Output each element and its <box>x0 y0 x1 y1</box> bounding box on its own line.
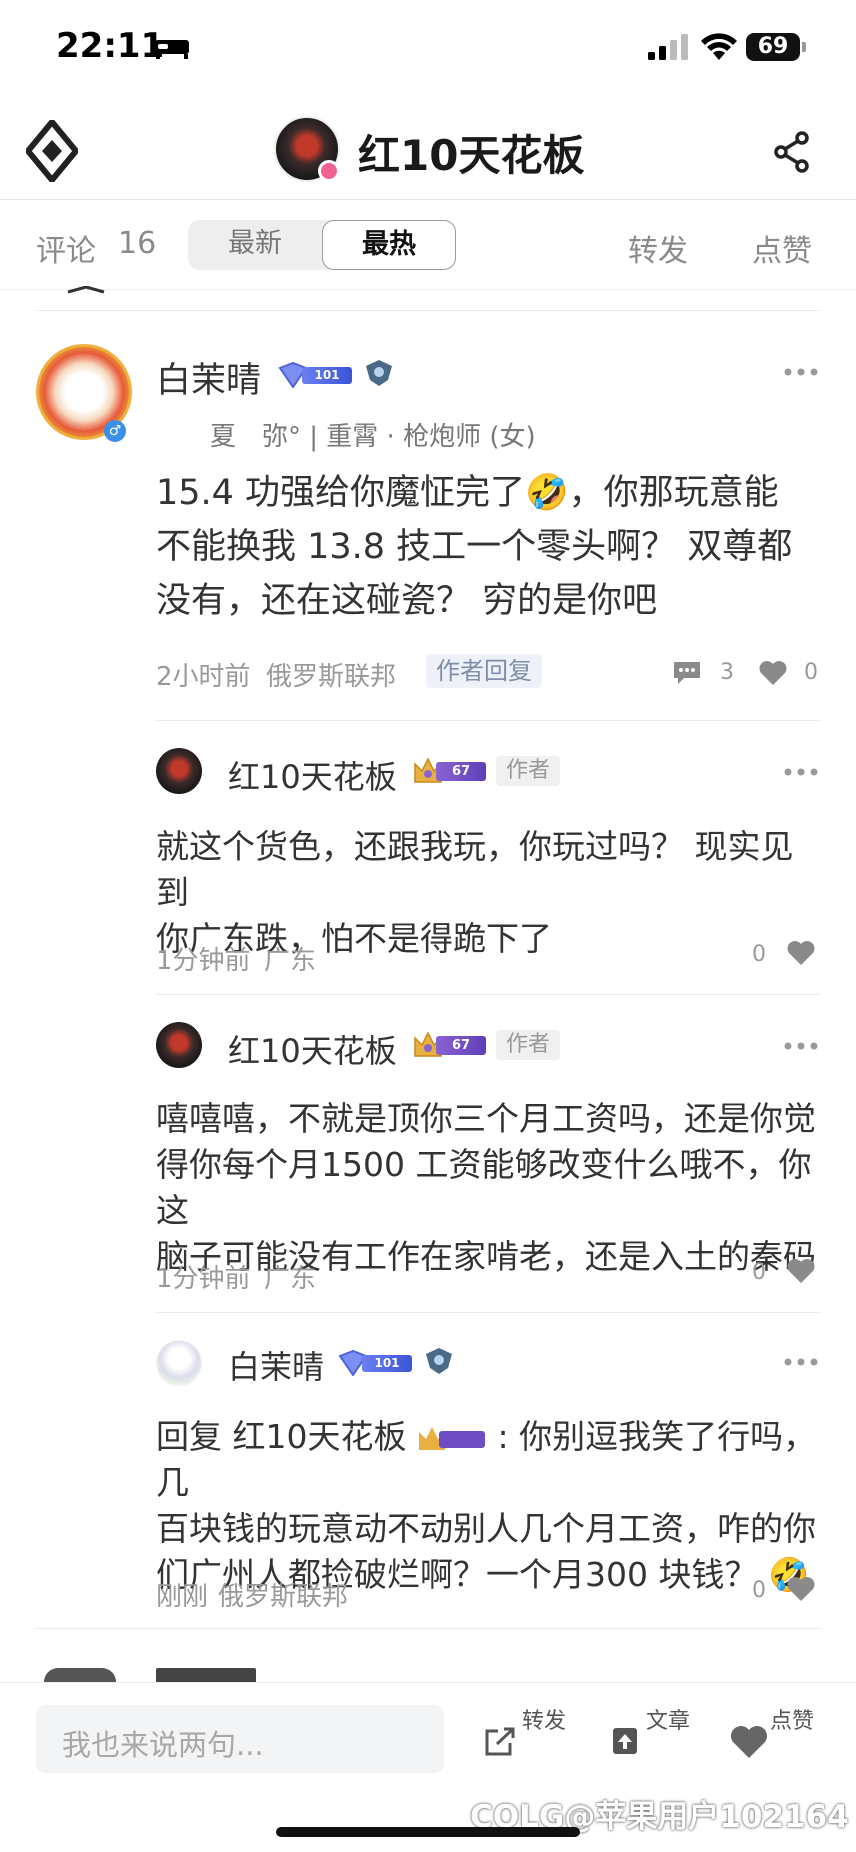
character-info: 夏 弥° | 重霄 · 枪炮师 (女) <box>210 422 536 452</box>
battery-tip <box>802 42 806 52</box>
heart-icon[interactable] <box>786 1576 816 1602</box>
comment-username[interactable]: 白茉晴 <box>156 352 261 403</box>
comment-line: 15.4 功强给你魔怔完了🤣，你那玩意能 <box>156 473 779 513</box>
heart-icon[interactable] <box>730 1725 768 1759</box>
reply-count: 3 <box>720 660 734 685</box>
sort-hottest-button[interactable]: 最热 <box>322 220 456 270</box>
reply-time: 1分钟前 <box>156 946 251 976</box>
divider <box>156 1312 820 1313</box>
heart-icon[interactable] <box>786 1258 816 1284</box>
wifi-icon <box>701 33 737 60</box>
author-tag: 作者 <box>496 756 561 786</box>
reply-prefix: 回复 <box>156 1417 222 1456</box>
battery-indicator: 69 <box>746 33 800 61</box>
more-icon[interactable] <box>784 1358 818 1366</box>
reply-location: 俄罗斯联邦 <box>218 1582 349 1612</box>
rank-badge: 101 <box>276 362 352 388</box>
like-count: 0 <box>752 942 766 967</box>
like-count: 0 <box>804 660 818 685</box>
reply-body: 回复 红10天花板 : 你别逗我笑了行吗，几 百块钱的玩意动不动别人几个月工资，… <box>156 1414 846 1598</box>
comment-input-placeholder: 我也来说两句... <box>62 1728 264 1762</box>
status-time: 22:11 <box>56 26 165 66</box>
avatar-badge <box>318 160 340 182</box>
divider <box>36 310 820 311</box>
reply-location: 广东 <box>264 1264 317 1294</box>
more-icon[interactable] <box>784 768 818 776</box>
divider <box>156 720 820 721</box>
reply-line: 百块钱的玩意动不动别人几个月工资，咋的你 <box>156 1509 816 1548</box>
reply-line: 你广东跌，怕不是得跪下了 <box>156 919 552 958</box>
user-level: 67 <box>436 762 486 781</box>
avatar[interactable] <box>156 748 202 794</box>
reply-line: 得你每个月1500 工资能够改变什么哦不，你这 <box>156 1145 812 1230</box>
reply-body: 嘻嘻嘻，不就是顶你三个月工资吗，还是你觉 得你每个月1500 工资能够改变什么哦… <box>156 1096 836 1280</box>
comment-time: 2小时前 <box>156 662 251 692</box>
comment-tabs-bar: 评论 16 最新 最热 转发 点赞 <box>0 200 856 290</box>
avatar[interactable] <box>156 1022 202 1068</box>
app-logo-icon[interactable] <box>26 120 78 182</box>
reply-username[interactable]: 红10天花板 <box>228 752 397 798</box>
forward-icon[interactable] <box>484 1727 516 1757</box>
comment-line: 没有，还在这碰瓷？ 穷的是你吧 <box>156 581 658 621</box>
cellular-signal-icon <box>648 34 688 60</box>
sleep-mode-icon <box>155 40 189 59</box>
level-badge: 67 <box>412 1030 486 1060</box>
male-gender-icon: ♂ <box>104 420 126 442</box>
avatar[interactable] <box>156 1340 202 1386</box>
article-button-label[interactable]: 文章 <box>646 1703 690 1735</box>
like-count: 0 <box>752 1260 766 1285</box>
partial-icon <box>67 286 105 294</box>
reply-username[interactable]: 白茉晴 <box>228 1342 324 1388</box>
author-tag: 作者 <box>496 1030 561 1060</box>
comment-input[interactable]: 我也来说两句... <box>36 1705 444 1773</box>
header: 红10天花板 <box>0 100 856 200</box>
reply-first-line: 回复 红10天花板 : 你别逗我笑了行吗，几 <box>156 1414 846 1506</box>
tab-forwards[interactable]: 转发 <box>628 226 688 270</box>
home-indicator <box>276 1827 580 1837</box>
like-button-label[interactable]: 点赞 <box>770 1703 814 1735</box>
heart-icon[interactable] <box>758 660 788 686</box>
user-level: 67 <box>436 1036 486 1055</box>
next-comment-username <box>156 1668 256 1682</box>
divider <box>36 1628 820 1629</box>
heart-icon[interactable] <box>786 940 816 966</box>
reply-time: 1分钟前 <box>156 1264 251 1294</box>
reply-location: 广东 <box>264 946 317 976</box>
bottom-action-bar: 我也来说两句... 转发 文章 点赞 COLG@苹果用户102164 <box>0 1682 856 1852</box>
page-title: 红10天花板 <box>358 131 585 180</box>
rank-badge: 101 <box>336 1350 412 1376</box>
forward-button-label[interactable]: 转发 <box>522 1703 566 1735</box>
status-bar: 22:11 69 <box>0 0 856 100</box>
comment-bubble-icon[interactable] <box>672 660 702 686</box>
reply-time: 刚刚 <box>156 1582 209 1612</box>
crown-level-icon <box>419 1426 485 1450</box>
comment-body: 15.4 功强给你魔怔完了🤣，你那玩意能 不能换我 13.8 技工一个零头啊？ … <box>156 466 816 628</box>
author-replied-tag: 作者回复 <box>426 654 542 688</box>
reply-username[interactable]: 红10天花板 <box>228 1026 397 1072</box>
guild-crest-icon <box>366 360 392 386</box>
rank-level: 101 <box>362 1355 412 1372</box>
next-comment-avatar <box>44 1668 116 1682</box>
article-icon[interactable] <box>612 1727 638 1755</box>
level-badge: 67 <box>412 756 486 786</box>
guild-crest-icon <box>426 1348 452 1374</box>
reply-line: 嘻嘻嘻，不就是顶你三个月工资吗，还是你觉 <box>156 1099 816 1138</box>
more-icon[interactable] <box>784 1042 818 1050</box>
comment-location: 俄罗斯联邦 <box>266 662 397 692</box>
like-count: 0 <box>752 1578 766 1603</box>
tab-likes[interactable]: 点赞 <box>752 226 812 270</box>
rank-level: 101 <box>302 367 352 384</box>
reply-line: 就这个货色，还跟我玩，你玩过吗？ 现实见到 <box>156 827 794 912</box>
sort-segmented-control: 最新 最热 <box>188 220 456 270</box>
reply-line: 脑子可能没有工作在家啃老，还是入土的秦码 <box>156 1237 816 1276</box>
divider <box>156 994 820 995</box>
more-icon[interactable] <box>784 368 818 376</box>
share-icon[interactable] <box>772 130 812 174</box>
comment-count: 16 <box>118 226 157 261</box>
reply-body: 就这个货色，还跟我玩，你玩过吗？ 现实见到 你广东跌，怕不是得跪下了 <box>156 824 826 962</box>
comment-line: 不能换我 13.8 技工一个零头啊？ 双尊都 <box>156 527 793 567</box>
sort-newest-button[interactable]: 最新 <box>188 220 322 270</box>
tab-comments[interactable]: 评论 <box>36 226 96 270</box>
reply-to-username[interactable]: 红10天花板 <box>233 1417 407 1456</box>
